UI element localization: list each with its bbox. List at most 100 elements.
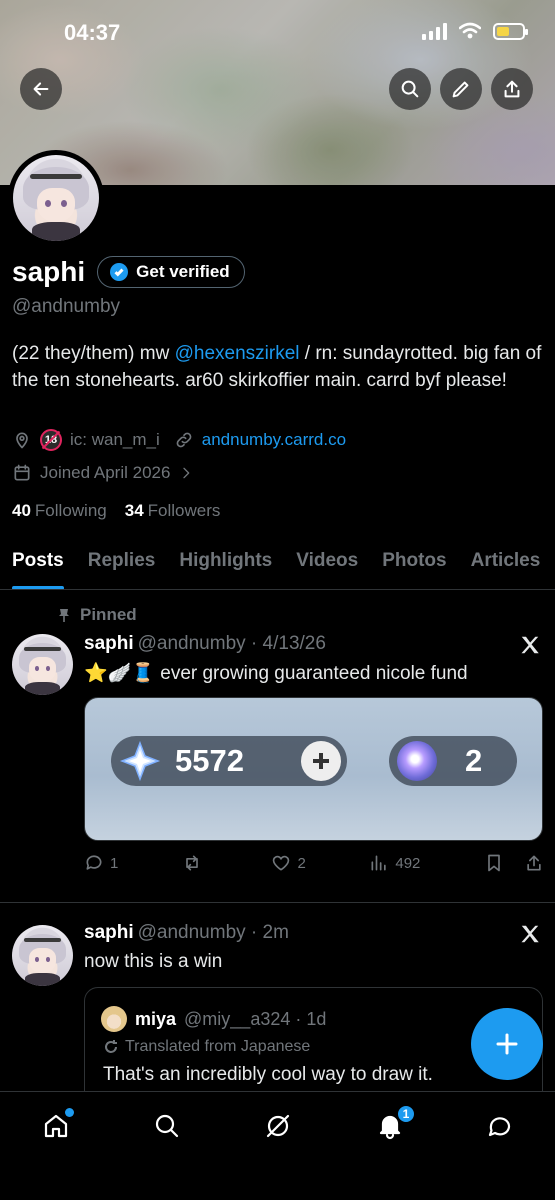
quote-header: miya @miy__a324 · 1d [101, 1006, 326, 1032]
following-stat[interactable]: 40 Following [12, 501, 107, 521]
quote-text: That's an incredibly cool way to draw it… [103, 1064, 433, 1085]
calendar-icon [14, 464, 30, 481]
location-text: ic: wan_m_i [70, 430, 160, 449]
like-count: 2 [297, 854, 306, 872]
refresh-translate-icon [105, 1040, 117, 1053]
bio-text-prefix: (22 they/them) mw [12, 343, 175, 364]
nav-home[interactable] [36, 1106, 76, 1146]
bio-mention-link[interactable]: @hexenszirkel [175, 343, 300, 364]
translated-indicator: Translated from Japanese [103, 1038, 310, 1056]
post-avatar-2[interactable] [12, 925, 73, 986]
battery-icon [493, 22, 528, 40]
pin-icon [59, 609, 69, 622]
wifi-icon [459, 22, 481, 39]
joined-row[interactable]: Joined April 2026 [12, 463, 194, 483]
search-icon [401, 80, 419, 98]
translated-label: Translated from Japanese [125, 1038, 311, 1055]
follow-stats: 40 Following 34 Followers [12, 501, 220, 521]
home-unread-dot [65, 1108, 74, 1117]
post-text: ⭐🪽🧵 ever growing guaranteed nicole fund [84, 663, 468, 684]
quote-author-name: miya [135, 1008, 177, 1029]
edit-button[interactable] [440, 68, 482, 110]
pinned-indicator: Pinned [56, 605, 137, 625]
primogem-counter: 5572 [111, 736, 347, 786]
profile-website-link[interactable]: andnumby.carrd.co [202, 430, 346, 450]
home-icon [44, 1114, 68, 1138]
get-verified-label: Get verified [136, 262, 230, 281]
quote-handle-time: @miy__a324 · 1d [184, 1008, 327, 1029]
compose-post-button[interactable] [471, 1008, 543, 1080]
nav-grok[interactable] [258, 1106, 298, 1146]
share-button[interactable] [491, 68, 533, 110]
tab-photos[interactable]: Photos [370, 536, 458, 589]
name-row: saphi Get verified [12, 256, 245, 288]
following-label: Following [34, 501, 107, 520]
search-icon [155, 1114, 179, 1138]
repost-icon [186, 855, 198, 871]
add-primogem-icon [301, 741, 341, 781]
repost-button[interactable] [182, 853, 208, 873]
back-button[interactable] [20, 68, 62, 110]
no-under-18-icon: 18 [40, 429, 62, 451]
views-button[interactable]: 492 [369, 853, 420, 873]
heart-icon [273, 855, 290, 871]
joined-text: Joined April 2026 [40, 463, 171, 482]
nav-search[interactable] [147, 1106, 187, 1146]
share-post-icon[interactable] [524, 853, 544, 873]
primogem-icon [119, 740, 161, 782]
location-pin-icon [16, 432, 28, 449]
tab-articles[interactable]: Articles [459, 536, 553, 589]
link-icon [176, 432, 192, 448]
x-logo-icon-2 [519, 923, 541, 945]
grok-icon [266, 1114, 290, 1138]
share-icon [504, 80, 520, 98]
status-time: 04:37 [64, 20, 121, 45]
post-author-name[interactable]: saphi [84, 633, 134, 654]
reply-button[interactable]: 1 [84, 853, 118, 873]
notifications-count-badge: 1 [396, 1104, 416, 1124]
display-name: saphi [12, 256, 86, 287]
verified-badge-icon [110, 263, 129, 281]
message-bubble-icon [488, 1117, 511, 1137]
nav-messages[interactable] [480, 1106, 520, 1146]
cellular-signal-icon [422, 22, 447, 40]
fate-count: 2 [465, 743, 483, 778]
get-verified-button[interactable]: Get verified [97, 256, 245, 288]
meta-row-location: 18 ic: wan_m_i andnumby.carrd.co [12, 429, 346, 451]
tab-videos[interactable]: Videos [284, 536, 370, 589]
post-extra-actions [484, 853, 544, 873]
post-header: saphi @andnumby · 4/13/26 [84, 633, 326, 655]
profile-tabs: Posts Replies Highlights Videos Photos A… [0, 536, 555, 590]
bottom-navigation: 1 [0, 1091, 555, 1200]
following-count: 40 [12, 501, 31, 520]
plus-icon [496, 1033, 518, 1055]
chevron-right-icon [183, 467, 190, 479]
search-button[interactable] [389, 68, 431, 110]
nav-notifications[interactable]: 1 [370, 1104, 416, 1146]
profile-avatar[interactable] [8, 150, 104, 246]
fate-counter: 2 [389, 736, 517, 786]
tab-highlights[interactable]: Highlights [167, 536, 284, 589]
arrow-left-icon [33, 82, 49, 96]
views-chart-icon [371, 855, 387, 871]
post-handle-time: @andnumby · 4/13/26 [137, 633, 326, 654]
quote-avatar [101, 1006, 127, 1032]
post-header-2: saphi @andnumby · 2m [84, 922, 289, 944]
profile-handle: @andnumby [12, 296, 121, 317]
view-count: 492 [395, 854, 421, 872]
reply-count: 1 [110, 854, 119, 872]
status-bar: 04:37 [0, 0, 555, 64]
tab-replies[interactable]: Replies [76, 536, 168, 589]
post-media-image[interactable]: 5572 2 [84, 697, 543, 841]
reply-icon [86, 855, 102, 870]
tab-posts[interactable]: Posts [0, 536, 76, 589]
like-button[interactable]: 2 [271, 853, 306, 873]
post-avatar[interactable] [12, 634, 73, 695]
profile-bio: (22 they/them) mw @hexenszirkel / rn: su… [12, 340, 542, 394]
followers-stat[interactable]: 34 Followers [125, 501, 221, 521]
post-author-name-2[interactable]: saphi [84, 922, 134, 943]
status-icons [422, 22, 528, 40]
bookmark-icon[interactable] [484, 853, 504, 873]
pinned-label: Pinned [80, 605, 137, 624]
avatar-image [13, 155, 99, 241]
